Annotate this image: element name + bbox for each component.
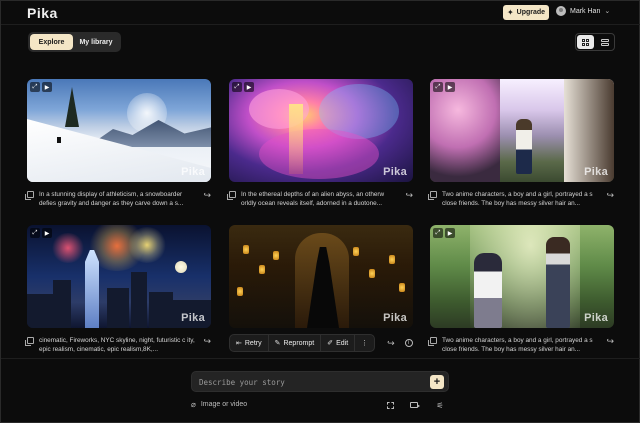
tab-my-library[interactable]: My library <box>73 34 119 50</box>
watermark: Pika <box>181 312 205 324</box>
video-caption: Two anime characters, a boy and a girl, … <box>442 337 593 353</box>
reprompt-button[interactable]: ✎ Reprompt <box>269 335 322 351</box>
expand-icon[interactable]: ⤢ <box>30 82 40 92</box>
share-icon[interactable]: ↪ <box>387 338 395 349</box>
aspect-ratio-icon <box>386 401 394 409</box>
video-caption-row: In a stunning display of athleticism, a … <box>25 190 211 208</box>
rows-icon <box>600 38 609 46</box>
play-icon[interactable]: ▶ <box>445 82 455 92</box>
grid-icon <box>582 38 589 46</box>
video-caption-row: In the ethereal depths of an alien abyss… <box>227 190 413 208</box>
play-icon[interactable]: ▶ <box>445 228 455 238</box>
upgrade-button[interactable]: ✦ Upgrade <box>503 5 549 20</box>
upgrade-label: Upgrade <box>516 9 546 16</box>
video-caption: In a stunning display of athleticism, a … <box>39 191 184 207</box>
watermark: Pika <box>584 166 608 178</box>
app-window: Pika ✦ Upgrade Mark Han ⌄ Explore My lib… <box>0 0 640 423</box>
watermark: Pika <box>383 312 407 324</box>
chevron-down-icon: ⌄ <box>604 8 611 15</box>
story-prompt-input[interactable] <box>199 375 419 389</box>
video-caption-row: cinematic, Fireworks, NYC skyline, night… <box>25 336 211 354</box>
view-toggle <box>575 33 615 51</box>
watermark: Pika <box>584 312 608 324</box>
share-icon[interactable]: ↪ <box>203 190 211 201</box>
play-icon[interactable]: ▶ <box>42 82 52 92</box>
expand-icon[interactable]: ⤢ <box>30 228 40 238</box>
play-icon[interactable]: ▶ <box>244 82 254 92</box>
explore-library-tabs: Explore My library <box>28 32 121 52</box>
aspect-ratio-button[interactable] <box>385 400 395 410</box>
video-caption: Two anime characters, a boy and a girl, … <box>442 191 593 207</box>
sparkle-icon: ✦ <box>506 8 514 17</box>
video-card[interactable]: ⤢ ▶ Pika Two anime characters, a boy and… <box>428 79 614 208</box>
video-thumbnail[interactable]: ⤢ ▶ Pika <box>27 79 211 182</box>
share-icon[interactable]: ↪ <box>203 336 211 347</box>
retry-button[interactable]: ⇤ Retry <box>230 335 269 351</box>
expand-icon[interactable]: ⤢ <box>433 82 443 92</box>
expand-icon[interactable]: ⤢ <box>232 82 242 92</box>
video-thumbnail[interactable]: ⤢ ▶ Pika <box>430 225 614 328</box>
video-caption: In the ethereal depths of an alien abyss… <box>241 191 385 207</box>
share-icon[interactable]: ↪ <box>606 190 614 201</box>
video-card[interactable]: Pika <box>229 225 413 328</box>
user-menu[interactable]: Mark Han ⌄ <box>556 6 610 16</box>
play-icon[interactable]: ▶ <box>42 228 52 238</box>
avatar <box>556 6 566 16</box>
video-caption-row: Two anime characters, a boy and a girl, … <box>428 190 614 208</box>
retry-label: Retry <box>244 339 262 347</box>
video-thumbnail[interactable]: ⤢ ▶ Pika <box>27 225 211 328</box>
sliders-icon: ⚟ <box>436 400 444 410</box>
attach-label: Image or video <box>200 401 248 408</box>
attach-media-button[interactable]: ⌀ Image or video <box>191 400 247 409</box>
watermark: Pika <box>383 166 407 178</box>
copy-icon[interactable] <box>25 191 34 200</box>
video-thumbnail[interactable]: Pika <box>229 225 413 328</box>
pika-logo[interactable]: Pika <box>27 5 58 21</box>
expand-icon[interactable]: ⤢ <box>433 228 443 238</box>
copy-icon[interactable] <box>25 337 34 346</box>
camera-button[interactable] <box>409 400 420 410</box>
retry-icon: ⇤ <box>236 340 242 347</box>
paperclip-icon: ⌀ <box>191 400 196 409</box>
video-camera-icon <box>410 402 420 408</box>
reprompt-label: Reprompt <box>283 339 315 347</box>
video-card[interactable]: ⤢ ▶ Pika Two anime characters, a boy and… <box>428 225 614 354</box>
video-caption: cinematic, Fireworks, NYC skyline, night… <box>39 337 195 353</box>
composer-toolbar: ⌀ Image or video ⚟ <box>191 400 449 412</box>
watermark: Pika <box>181 166 205 178</box>
tab-explore[interactable]: Explore <box>30 34 73 50</box>
more-options-button[interactable]: ⋮ <box>355 335 374 351</box>
grid-view-button[interactable] <box>577 35 594 49</box>
divider <box>1 358 640 359</box>
video-card[interactable]: ⤢ ▶ Pika cinematic, Fireworks, NYC skyli… <box>25 225 211 354</box>
share-icon[interactable]: ↪ <box>606 336 614 347</box>
share-icon[interactable]: ↪ <box>405 190 413 201</box>
video-card[interactable]: ⤢ ▶ Pika In the ethereal depths of an al… <box>227 79 413 208</box>
video-caption-row: Two anime characters, a boy and a girl, … <box>428 336 614 354</box>
user-name: Mark Han <box>570 7 601 15</box>
edit-label: Edit <box>336 339 349 347</box>
video-thumbnail[interactable]: ⤢ ▶ Pika <box>430 79 614 182</box>
prompt-box: + <box>191 371 449 392</box>
edit-button[interactable]: ✐ Edit <box>321 335 356 351</box>
more-vertical-icon: ⋮ <box>361 340 369 347</box>
video-action-group: ⇤ Retry ✎ Reprompt ✐ Edit ⋮ <box>229 334 376 352</box>
settings-button[interactable]: ⚟ <box>435 400 445 410</box>
submit-plus-button[interactable]: + <box>430 375 444 389</box>
list-view-button[interactable] <box>596 35 613 49</box>
pencil-square-icon: ✎ <box>274 340 281 347</box>
copy-icon[interactable] <box>428 191 437 200</box>
video-card[interactable]: ⤢ ▶ Pika In a stunning display of athlet… <box>25 79 211 208</box>
info-icon[interactable]: i <box>404 339 413 347</box>
video-action-bar: ⇤ Retry ✎ Reprompt ✐ Edit ⋮ ↪ i <box>229 333 413 353</box>
video-thumbnail[interactable]: ⤢ ▶ Pika <box>229 79 413 182</box>
wand-icon: ✐ <box>327 340 334 347</box>
top-bar: Pika ✦ Upgrade Mark Han ⌄ <box>1 1 640 25</box>
copy-icon[interactable] <box>227 191 236 200</box>
copy-icon[interactable] <box>428 337 437 346</box>
